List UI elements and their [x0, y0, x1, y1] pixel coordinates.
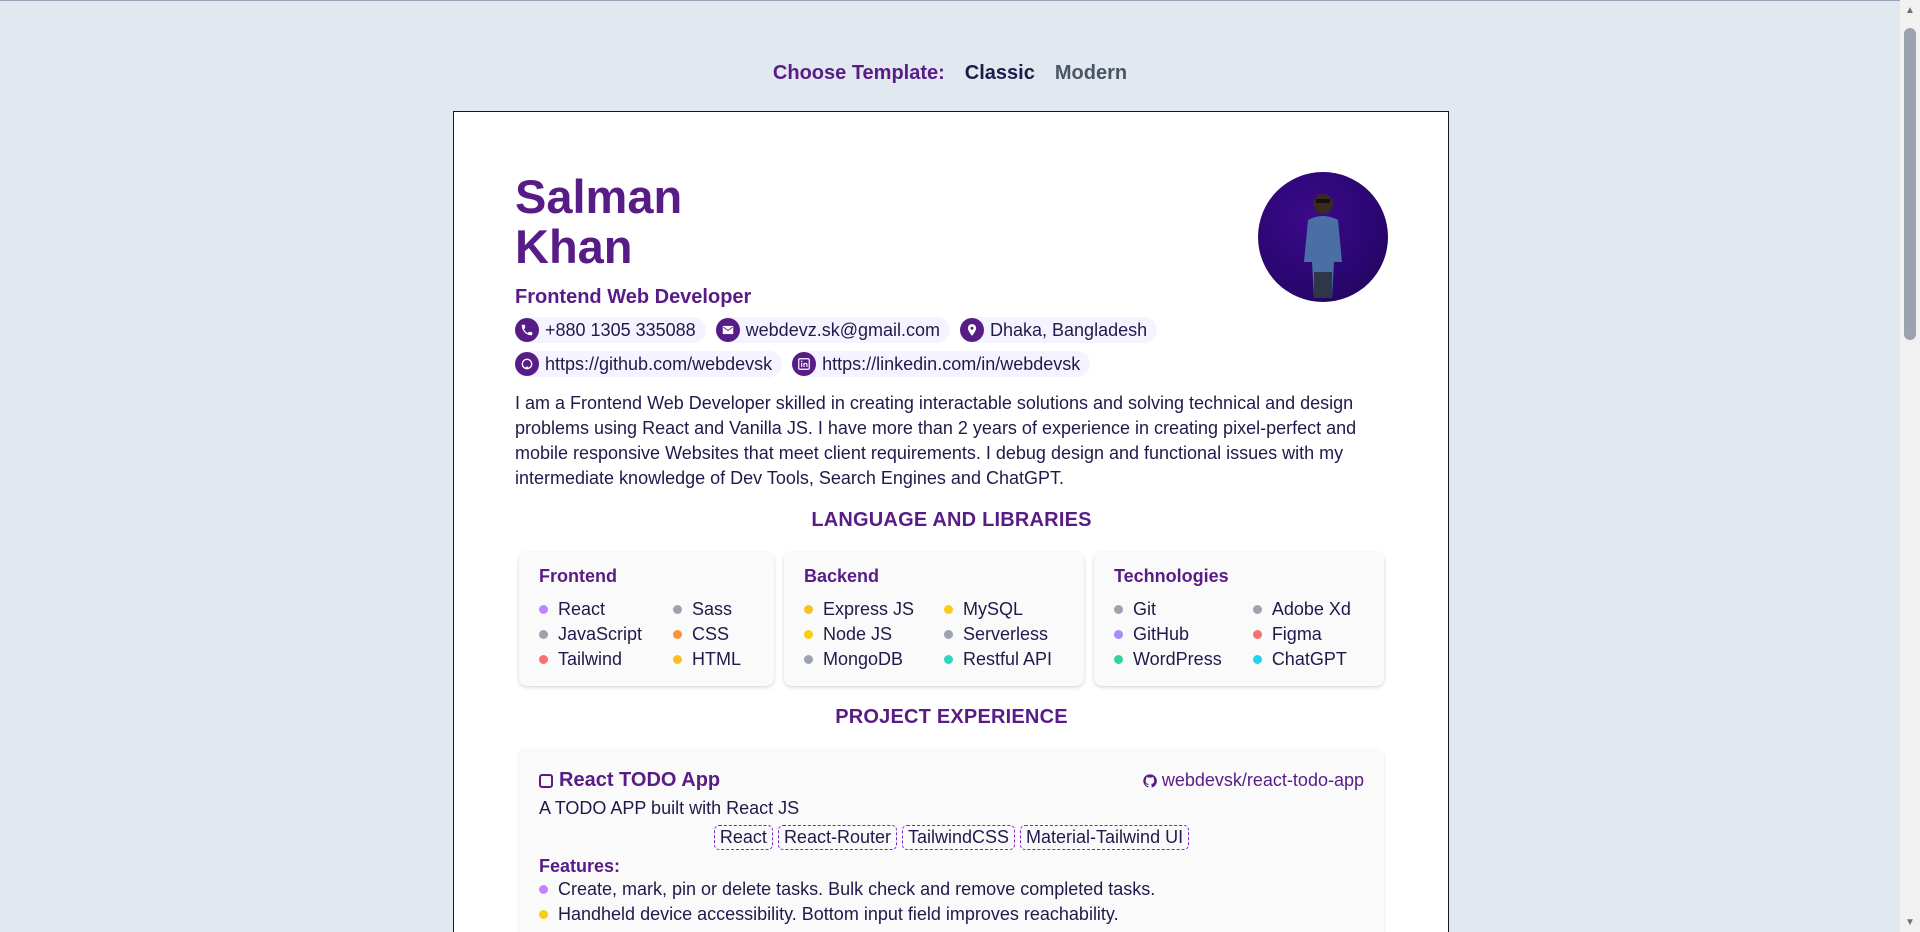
tech-tag: React-Router: [777, 825, 897, 850]
skill-dot: [1114, 605, 1123, 614]
skill-item: WordPress: [1114, 649, 1235, 670]
contact-location-text: Dhaka, Bangladesh: [990, 319, 1148, 340]
skill-item: CSS: [673, 624, 754, 645]
skill-card-title: Frontend: [539, 566, 617, 586]
feature-dot: [539, 910, 548, 919]
project-title: React TODO App: [539, 769, 720, 792]
skill-item: Adobe Xd: [1252, 599, 1364, 620]
skills-row: Frontend React Sass JavaScript CSS Tailw…: [515, 552, 1388, 686]
contact-phone[interactable]: +880 1305 335088: [515, 317, 706, 343]
skill-dot: [943, 605, 953, 614]
skill-card-frontend: Frontend React Sass JavaScript CSS Tailw…: [519, 552, 774, 686]
skill-dot: [1252, 655, 1262, 664]
location-pin-icon: [960, 318, 984, 342]
projects-section-title: PROJECT EXPERIENCE: [835, 706, 1068, 728]
email-icon: [715, 318, 740, 342]
contact-github-text: https://github.com/webdevsk: [545, 353, 773, 374]
window-top-border: [0, 0, 1900, 1]
contact-linkedin[interactable]: https://linkedin.com/in/webdevsk: [792, 351, 1091, 377]
skill-item: MySQL: [943, 599, 1064, 620]
feature-item: Create, mark, pin or delete tasks. Bulk …: [539, 877, 1364, 902]
template-option-modern[interactable]: Modern: [1055, 62, 1127, 85]
resume-content: Salman Khan Frontend Web Developer +880 …: [515, 172, 1388, 932]
skill-dot: [539, 630, 548, 639]
skill-item: Figma: [1252, 624, 1364, 645]
last-name: Khan: [515, 220, 633, 273]
skill-item: Serverless: [943, 624, 1064, 645]
skills-section-title: LANGUAGE AND LIBRARIES: [811, 509, 1092, 531]
tech-tag: Material-Tailwind UI: [1020, 825, 1190, 850]
skill-dot: [673, 605, 683, 614]
scroll-down-arrow-icon[interactable]: ▼: [1900, 914, 1920, 930]
first-name: Salman: [515, 170, 683, 223]
feature-item: Handheld device accessibility. Bottom in…: [539, 902, 1364, 927]
skill-card-backend: Backend Express JS MySQL Node JS Serverl…: [784, 552, 1084, 686]
skill-dot: [673, 655, 683, 664]
scrollbar-thumb[interactable]: [1904, 28, 1916, 340]
contact-phone-text: +880 1305 335088: [545, 319, 696, 340]
github-icon: [515, 352, 539, 376]
skill-card-technologies: Technologies Git Adobe Xd GitHub Figma W…: [1094, 552, 1384, 686]
skill-dot: [804, 630, 813, 639]
project-repo-text: webdevsk/react-todo-app: [1161, 770, 1364, 790]
contact-github[interactable]: https://github.com/webdevsk: [515, 351, 783, 377]
skill-card-title: Technologies: [1114, 566, 1229, 586]
profile-summary: I am a Frontend Web Developer skilled in…: [515, 393, 1357, 488]
skill-dot: [1252, 630, 1262, 639]
project-name: React TODO App: [559, 769, 721, 791]
skill-dot: [1114, 655, 1123, 664]
project-repo-link[interactable]: webdevsk/react-todo-app: [1142, 770, 1364, 791]
job-title: Frontend Web Developer: [515, 286, 752, 308]
skill-item: ChatGPT: [1252, 649, 1364, 670]
skill-dot: [673, 630, 683, 639]
scroll-up-arrow-icon[interactable]: ▲: [1900, 2, 1920, 18]
github-icon: [1143, 773, 1157, 787]
skill-item: Sass: [673, 599, 754, 620]
contact-list: +880 1305 335088 webdevz.sk@gmail.com Dh…: [515, 317, 1215, 377]
project-description: A TODO APP built with React JS: [539, 798, 800, 818]
skill-item: Git: [1114, 599, 1235, 620]
skill-dot: [804, 605, 813, 614]
feature-dot: [539, 885, 548, 894]
skill-item: HTML: [673, 649, 754, 670]
skill-item: Express JS: [804, 599, 926, 620]
avatar: [1258, 172, 1388, 302]
linkedin-icon: [792, 352, 817, 376]
contact-email[interactable]: webdevz.sk@gmail.com: [715, 317, 950, 343]
skill-item: MongoDB: [804, 649, 926, 670]
template-chooser-label: Choose Template:: [772, 62, 945, 84]
skill-dot: [943, 630, 953, 639]
checkbox-icon: [539, 773, 553, 788]
skill-dot: [539, 605, 548, 614]
skill-dot: [804, 655, 813, 664]
contact-email-text: webdevz.sk@gmail.com: [745, 319, 940, 340]
skill-dot: [1114, 630, 1123, 639]
skill-item: React: [539, 599, 655, 620]
template-chooser: Choose Template: Classic Modern: [0, 62, 1900, 85]
skill-dot: [539, 655, 548, 664]
page-scrollbar[interactable]: ▲ ▼: [1900, 0, 1920, 932]
template-option-classic[interactable]: Classic: [965, 62, 1035, 85]
resume-name: Salman Khan: [515, 172, 815, 272]
project-tags: React React-Router TailwindCSS Material-…: [539, 825, 1364, 850]
skill-item: Restful API: [943, 649, 1064, 670]
features-label: Features:: [539, 856, 621, 876]
skill-item: GitHub: [1114, 624, 1235, 645]
resume-paper: Salman Khan Frontend Web Developer +880 …: [453, 111, 1449, 932]
skill-item: JavaScript: [539, 624, 655, 645]
skill-item: Node JS: [804, 624, 926, 645]
person-photo-icon: [1304, 194, 1342, 298]
skill-dot: [943, 655, 953, 664]
project-card: React TODO App webdevsk/react-todo-app A…: [519, 749, 1384, 932]
phone-icon: [515, 318, 539, 342]
skill-dot: [1252, 605, 1262, 614]
tech-tag: React: [713, 825, 773, 850]
skill-card-title: Backend: [804, 566, 880, 586]
contact-linkedin-text: https://linkedin.com/in/webdevsk: [822, 353, 1081, 374]
tech-tag: TailwindCSS: [901, 825, 1016, 850]
skill-item: Tailwind: [539, 649, 655, 670]
contact-location: Dhaka, Bangladesh: [960, 317, 1158, 343]
